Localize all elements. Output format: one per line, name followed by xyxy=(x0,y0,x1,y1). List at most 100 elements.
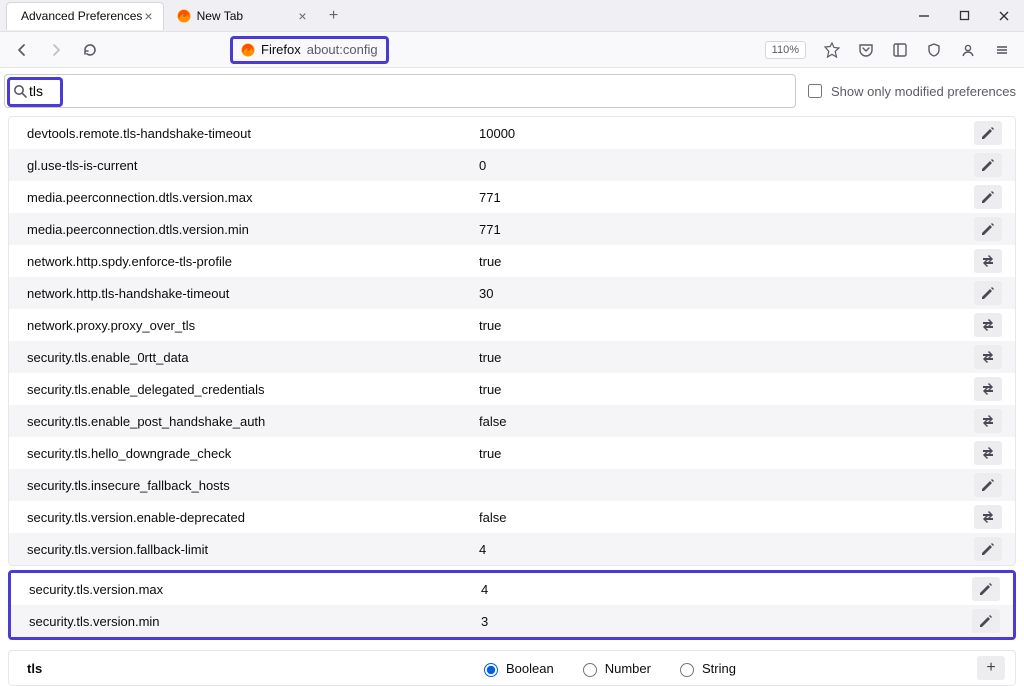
pref-name: security.tls.version.enable-deprecated xyxy=(27,510,479,525)
pref-name: security.tls.version.min xyxy=(29,614,481,629)
pref-row: security.tls.enable_post_handshake_authf… xyxy=(9,405,1015,437)
show-modified-input[interactable] xyxy=(808,84,822,98)
pref-value: true xyxy=(479,382,971,397)
url-bar[interactable]: Firefox about:config xyxy=(230,36,389,64)
pref-name: media.peerconnection.dtls.version.min xyxy=(27,222,479,237)
config-search-box[interactable] xyxy=(4,74,796,108)
pref-action-button[interactable] xyxy=(974,313,1002,337)
pref-value: true xyxy=(479,318,971,333)
pref-row: security.tls.insecure_fallback_hosts xyxy=(9,469,1015,501)
toggle-icon xyxy=(980,445,996,461)
pref-action-button[interactable] xyxy=(974,473,1002,497)
add-pref-button[interactable]: + xyxy=(977,656,1005,680)
zoom-indicator[interactable]: 110% xyxy=(765,41,806,59)
toggle-icon xyxy=(980,413,996,429)
pref-action-button[interactable] xyxy=(974,121,1002,145)
pencil-icon xyxy=(980,541,996,557)
config-search-row: Show only modified preferences xyxy=(0,68,1024,116)
config-search-input[interactable] xyxy=(27,82,787,100)
pref-row: network.proxy.proxy_over_tlstrue xyxy=(9,309,1015,341)
pref-row: network.http.tls-handshake-timeout30 xyxy=(9,277,1015,309)
pref-action-button[interactable] xyxy=(974,153,1002,177)
pref-name: security.tls.enable_0rtt_data xyxy=(27,350,479,365)
pref-action-button[interactable] xyxy=(974,409,1002,433)
pencil-icon xyxy=(980,189,996,205)
tab-title: New Tab xyxy=(197,9,297,23)
pref-name: security.tls.insecure_fallback_hosts xyxy=(27,478,479,493)
url-path: about:config xyxy=(307,42,378,57)
app-menu-button[interactable] xyxy=(988,36,1016,64)
pref-action-button[interactable] xyxy=(974,441,1002,465)
reload-button[interactable] xyxy=(76,36,104,64)
pref-action-button[interactable] xyxy=(974,281,1002,305)
pref-name: security.tls.version.fallback-limit xyxy=(27,542,479,557)
browser-tab[interactable]: New Tab × xyxy=(168,2,318,30)
pref-row: security.tls.version.fallback-limit4 xyxy=(9,533,1015,565)
pref-name: network.http.spdy.enforce-tls-profile xyxy=(27,254,479,269)
type-radio-label: Boolean xyxy=(506,661,554,676)
pref-value: false xyxy=(479,510,971,525)
pencil-icon xyxy=(980,477,996,493)
window-maximize-button[interactable] xyxy=(944,0,984,32)
pref-action-button[interactable] xyxy=(974,185,1002,209)
bookmark-star-button[interactable] xyxy=(818,36,846,64)
toggle-icon xyxy=(980,317,996,333)
back-button[interactable] xyxy=(8,36,36,64)
shield-button[interactable] xyxy=(920,36,948,64)
pref-name: security.tls.enable_post_handshake_auth xyxy=(27,414,479,429)
show-modified-label: Show only modified preferences xyxy=(831,84,1016,99)
window-close-button[interactable] xyxy=(984,0,1024,32)
pref-name: security.tls.enable_delegated_credential… xyxy=(27,382,479,397)
pref-name: gl.use-tls-is-current xyxy=(27,158,479,173)
type-radio-label: String xyxy=(702,661,736,676)
url-product: Firefox xyxy=(261,42,301,57)
pref-name: devtools.remote.tls-handshake-timeout xyxy=(27,126,479,141)
new-tab-button[interactable]: + xyxy=(322,7,346,25)
pref-action-button[interactable] xyxy=(974,537,1002,561)
pref-row: security.tls.version.min3 xyxy=(11,605,1013,637)
type-radio-label: Number xyxy=(605,661,651,676)
pref-row: gl.use-tls-is-current0 xyxy=(9,149,1015,181)
pref-name: network.http.tls-handshake-timeout xyxy=(27,286,479,301)
pref-value: 0 xyxy=(479,158,971,173)
pocket-button[interactable] xyxy=(852,36,880,64)
pref-action-button[interactable] xyxy=(974,345,1002,369)
pref-value: 771 xyxy=(479,222,971,237)
pref-action-button[interactable] xyxy=(974,249,1002,273)
pref-row: security.tls.enable_0rtt_datatrue xyxy=(9,341,1015,373)
pencil-icon xyxy=(978,613,994,629)
browser-tab-active[interactable]: Advanced Preferences × xyxy=(6,2,164,30)
search-icon xyxy=(13,84,27,98)
forward-button[interactable] xyxy=(42,36,70,64)
nav-toolbar: Firefox about:config 110% xyxy=(0,32,1024,68)
pref-row: security.tls.hello_downgrade_checktrue xyxy=(9,437,1015,469)
pref-value: true xyxy=(479,446,971,461)
titlebar: Advanced Preferences × New Tab × + xyxy=(0,0,1024,32)
type-radio-input[interactable] xyxy=(583,663,597,677)
pref-action-button[interactable] xyxy=(972,609,1000,633)
pref-action-button[interactable] xyxy=(974,505,1002,529)
pref-value: 10000 xyxy=(479,126,971,141)
pencil-icon xyxy=(980,125,996,141)
pref-row: security.tls.version.max4 xyxy=(11,573,1013,605)
pref-row: security.tls.version.enable-deprecatedfa… xyxy=(9,501,1015,533)
account-button[interactable] xyxy=(954,36,982,64)
pencil-icon xyxy=(980,285,996,301)
type-radio-input[interactable] xyxy=(680,663,694,677)
window-controls xyxy=(904,0,1024,32)
sidebar-button[interactable] xyxy=(886,36,914,64)
prefs-table: devtools.remote.tls-handshake-timeout100… xyxy=(8,116,1016,566)
pref-row: media.peerconnection.dtls.version.min771 xyxy=(9,213,1015,245)
type-radio-input[interactable] xyxy=(484,663,498,677)
tab-close-button[interactable]: × xyxy=(296,9,308,23)
toggle-icon xyxy=(980,509,996,525)
window-minimize-button[interactable] xyxy=(904,0,944,32)
firefox-icon xyxy=(241,43,255,57)
toggle-icon xyxy=(980,381,996,397)
tab-close-button[interactable]: × xyxy=(142,9,154,23)
pref-value: 3 xyxy=(481,614,969,629)
pref-action-button[interactable] xyxy=(974,377,1002,401)
pref-action-button[interactable] xyxy=(974,217,1002,241)
pref-action-button[interactable] xyxy=(972,577,1000,601)
show-modified-checkbox[interactable]: Show only modified preferences xyxy=(804,81,1016,101)
